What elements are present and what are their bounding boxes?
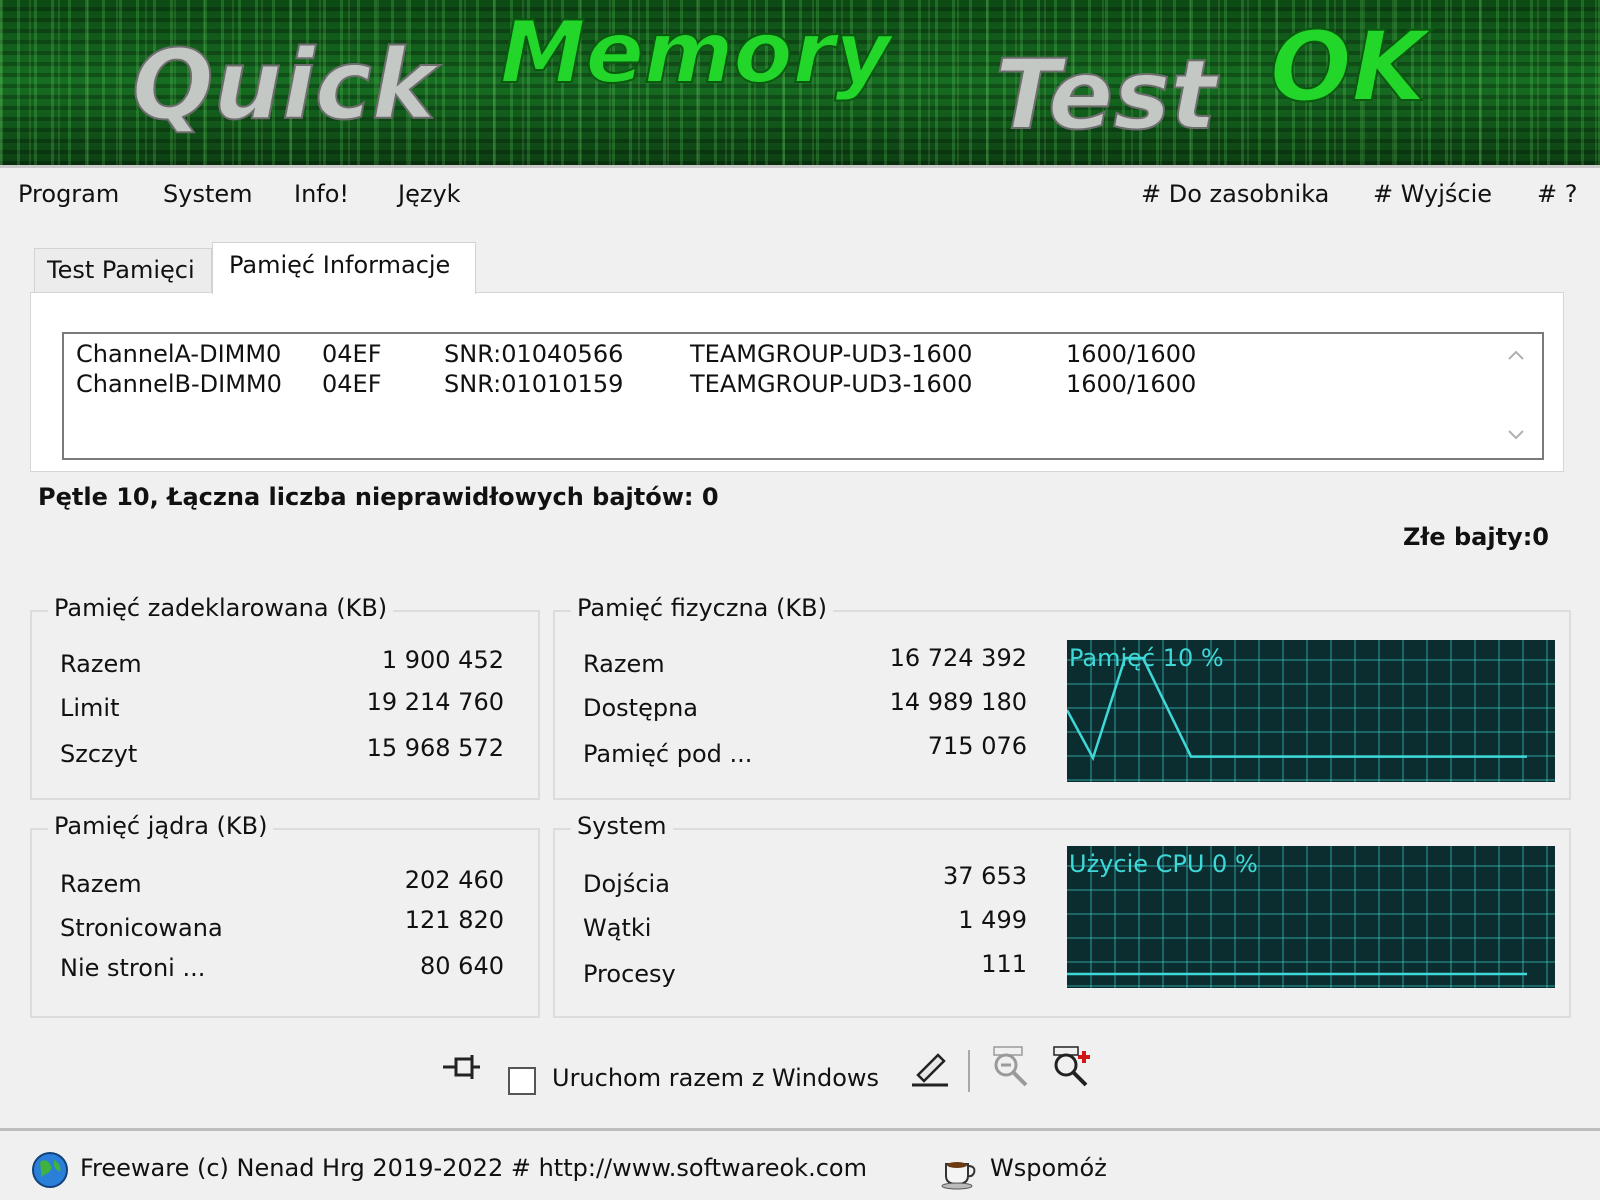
- module-serial: SNR:01010159: [444, 370, 624, 398]
- stat-value: 15 968 572: [366, 734, 504, 762]
- footer-separator: [0, 1128, 1600, 1131]
- stat-label: Nie stroni ...: [60, 954, 206, 982]
- group-title: System: [571, 812, 673, 840]
- scroll-up-icon[interactable]: [1504, 344, 1528, 368]
- module-slot: ChannelA-DIMM0: [76, 340, 282, 368]
- svg-text:Memory: Memory: [500, 3, 895, 103]
- svg-text:OK: OK: [1270, 11, 1433, 123]
- menu-exit[interactable]: # Wyjście: [1373, 180, 1492, 208]
- stat-label: Razem: [60, 650, 142, 678]
- stat-label: Stronicowana: [60, 914, 223, 942]
- group-committed-memory: Pamięć zadeklarowana (KB) Razem 1 900 45…: [30, 594, 540, 800]
- memory-graph-label: Pamięć 10 %: [1069, 644, 1224, 672]
- globe-icon[interactable]: [30, 1150, 70, 1190]
- menu-to-tray[interactable]: # Do zasobnika: [1141, 180, 1329, 208]
- memory-modules-list[interactable]: ChannelA-DIMM0 04EF SNR:01040566 TEAMGRO…: [62, 332, 1544, 460]
- autostart-checkbox[interactable]: [508, 1067, 536, 1095]
- stat-value: 14 989 180: [889, 688, 1027, 716]
- bad-bytes-status: Złe bajty:0: [1403, 523, 1549, 551]
- stat-value: 16 724 392: [889, 644, 1027, 672]
- group-title: Pamięć zadeklarowana (KB): [48, 594, 394, 622]
- autostart-label[interactable]: Uruchom razem z Windows: [552, 1064, 879, 1092]
- cpu-usage-graph: Użycie CPU 0 %: [1067, 846, 1555, 988]
- stat-value: 1 499: [958, 906, 1027, 934]
- zoom-out-icon[interactable]: [988, 1045, 1032, 1089]
- coffee-cup-icon[interactable]: [940, 1150, 980, 1190]
- module-part: TEAMGROUP-UD3-1600: [690, 340, 973, 368]
- tab-memory-info[interactable]: Pamięć Informacje: [212, 242, 476, 294]
- stat-label: Szczyt: [60, 740, 138, 768]
- menu-info[interactable]: Info!: [294, 180, 349, 208]
- menu-program[interactable]: Program: [18, 180, 119, 208]
- svg-text:Quick: Quick: [132, 29, 441, 141]
- stat-label: Procesy: [583, 960, 676, 988]
- pin-icon[interactable]: [440, 1045, 484, 1089]
- toolbar-separator: [968, 1050, 970, 1092]
- scroll-down-icon[interactable]: [1504, 422, 1528, 446]
- module-speed: 1600/1600: [1066, 340, 1197, 368]
- stat-label: Wątki: [583, 914, 652, 942]
- stat-value: 37 653: [943, 862, 1027, 890]
- group-title: Pamięć fizyczna (KB): [571, 594, 833, 622]
- menu-help[interactable]: # ?: [1537, 180, 1577, 208]
- cpu-graph-label: Użycie CPU 0 %: [1069, 850, 1258, 878]
- stat-value: 111: [981, 950, 1027, 978]
- stat-label: Razem: [60, 870, 142, 898]
- zoom-in-icon[interactable]: [1048, 1045, 1092, 1089]
- edit-icon[interactable]: [908, 1045, 952, 1089]
- banner-logo: Quick Memory Test OK: [131, 2, 1434, 152]
- stat-value: 202 460: [404, 866, 504, 894]
- memory-usage-graph: Pamięć 10 %: [1067, 640, 1555, 782]
- module-vendor: 04EF: [322, 370, 382, 398]
- stat-label: Limit: [60, 694, 120, 722]
- tab-memory-test[interactable]: Test Pamięci: [34, 248, 212, 292]
- module-serial: SNR:01040566: [444, 340, 624, 368]
- module-slot: ChannelB-DIMM0: [76, 370, 282, 398]
- donate-link[interactable]: Wspomóż: [990, 1154, 1107, 1182]
- footer-copyright-link[interactable]: Freeware (c) Nenad Hrg 2019-2022 # http:…: [80, 1154, 867, 1182]
- group-kernel-memory: Pamięć jądra (KB) Razem 202 460 Stronico…: [30, 812, 540, 1018]
- stat-value: 1 900 452: [381, 646, 504, 674]
- stat-label: Dojścia: [583, 870, 670, 898]
- group-system: System Dojścia 37 653 Wątki 1 499 Proces…: [553, 812, 1571, 1018]
- stat-value: 80 640: [420, 952, 504, 980]
- stat-label: Razem: [583, 650, 665, 678]
- group-physical-memory: Pamięć fizyczna (KB) Razem 16 724 392 Do…: [553, 594, 1571, 800]
- group-title: Pamięć jądra (KB): [48, 812, 274, 840]
- stat-label: Dostępna: [583, 694, 698, 722]
- stat-value: 715 076: [927, 732, 1027, 760]
- menu-system[interactable]: System: [163, 180, 253, 208]
- module-part: TEAMGROUP-UD3-1600: [690, 370, 973, 398]
- stat-label: Pamięć pod ...: [583, 740, 753, 768]
- stat-value: 19 214 760: [366, 688, 504, 716]
- stat-value: 121 820: [404, 906, 504, 934]
- module-speed: 1600/1600: [1066, 370, 1197, 398]
- app-banner: Quick Memory Test OK: [0, 0, 1600, 168]
- svg-text:Test: Test: [995, 39, 1219, 151]
- module-vendor: 04EF: [322, 340, 382, 368]
- loops-status: Pętle 10, Łączna liczba nieprawidłowych …: [38, 483, 719, 511]
- menu-language[interactable]: Język: [398, 180, 461, 208]
